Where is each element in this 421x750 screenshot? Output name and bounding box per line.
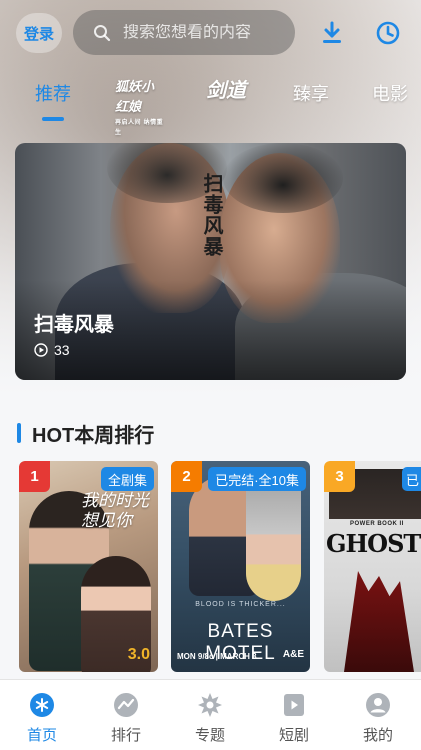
play-circle-icon — [34, 343, 48, 357]
topic-icon — [197, 692, 223, 718]
poster-network: A&E — [282, 649, 304, 660]
nav-ranking[interactable]: 排行 — [84, 680, 168, 750]
tab-fox-spirit-logo[interactable]: 狐妖小红娘 再启人间 纳情重生 — [115, 78, 165, 138]
top-header: 登录 — [0, 0, 421, 66]
category-tabs: 推荐 狐妖小红娘 再启人间 纳情重生 剑道 臻享 电影 — [0, 72, 421, 136]
tab-logo-subtext: 再启人间 纳情重生 — [115, 119, 164, 136]
featured-banner[interactable]: 扫毒风暴 扫毒风暴 33 — [15, 143, 406, 380]
tab-sword-logo[interactable]: 剑道 — [206, 78, 248, 100]
poster-airdate: MON 9/8c | MARCH 3 — [177, 652, 257, 661]
nav-profile[interactable]: 我的 — [336, 680, 420, 750]
rank-badge: 3 — [324, 461, 355, 492]
home-icon — [29, 692, 55, 718]
rank-badge: 2 — [171, 461, 202, 492]
episode-badge: 全剧集 — [100, 467, 154, 491]
poster-tagline: BLOOD IS THICKER... — [195, 601, 286, 608]
poster-art — [246, 481, 301, 601]
section-title: HOT本周排行 — [32, 424, 155, 447]
banner-title: 扫毒风暴 — [34, 314, 114, 336]
episode-badge: 已 — [401, 467, 421, 491]
ranking-icon — [113, 692, 139, 718]
tab-logo-text: 狐妖小红娘 — [115, 80, 155, 115]
tab-movie[interactable]: 电影 — [372, 80, 408, 106]
active-tab-indicator — [42, 117, 64, 121]
nav-short-drama[interactable]: 短剧 — [252, 680, 336, 750]
tab-premium[interactable]: 臻享 — [293, 80, 329, 106]
nav-label: 短剧 — [278, 727, 309, 744]
search-icon — [94, 24, 111, 41]
nav-label: 专题 — [194, 727, 225, 744]
view-count-value: 33 — [54, 342, 70, 358]
ranking-carousel[interactable]: 我的时光 想见你 1 全剧集 3.0 BLOOD IS THICKER... B… — [0, 461, 421, 673]
login-button[interactable]: 登录 — [16, 13, 62, 53]
rank-badge: 1 — [19, 461, 50, 492]
short-drama-icon — [281, 692, 307, 718]
profile-icon — [365, 692, 391, 718]
poster-brand: POWER BOOK II — [350, 521, 404, 527]
search-bar[interactable] — [73, 10, 295, 55]
hot-weekly-ranking-heading: HOT本周排行 — [17, 420, 155, 447]
nav-label: 排行 — [110, 727, 141, 744]
poster-art — [344, 571, 414, 672]
search-input[interactable] — [123, 23, 283, 42]
download-button[interactable] — [317, 18, 347, 48]
banner-art — [223, 143, 343, 213]
episode-badge: 已完结·全10集 — [208, 467, 306, 491]
nav-topic[interactable]: 专题 — [168, 680, 252, 750]
poster-title: GHOST — [326, 529, 421, 558]
tab-logo-text: 剑道 — [206, 78, 246, 102]
bottom-navigation: 首页 排行 专题 短剧 我的 — [0, 679, 421, 750]
nav-home[interactable]: 首页 — [0, 680, 84, 750]
banner-poster-title: 扫毒风暴 — [200, 173, 224, 257]
ranking-poster-1[interactable]: 我的时光 想见你 1 全剧集 3.0 — [19, 461, 158, 672]
nav-label: 我的 — [362, 727, 393, 744]
tab-recommend[interactable]: 推荐 — [35, 80, 71, 106]
history-clock-icon — [376, 21, 400, 45]
banner-view-count: 33 — [34, 342, 70, 358]
download-icon — [323, 21, 341, 43]
poster-score: 3.0 — [127, 646, 150, 663]
heading-accent-bar — [17, 423, 21, 443]
poster-art-text: 我的时光 想见你 — [81, 491, 149, 531]
history-button[interactable] — [373, 18, 403, 48]
ranking-poster-3[interactable]: POWER BOOK II GHOST 3 已 — [324, 461, 421, 672]
nav-label: 首页 — [26, 727, 57, 744]
ranking-poster-2[interactable]: BLOOD IS THICKER... BATES MOTEL MON 9/8c… — [171, 461, 310, 672]
